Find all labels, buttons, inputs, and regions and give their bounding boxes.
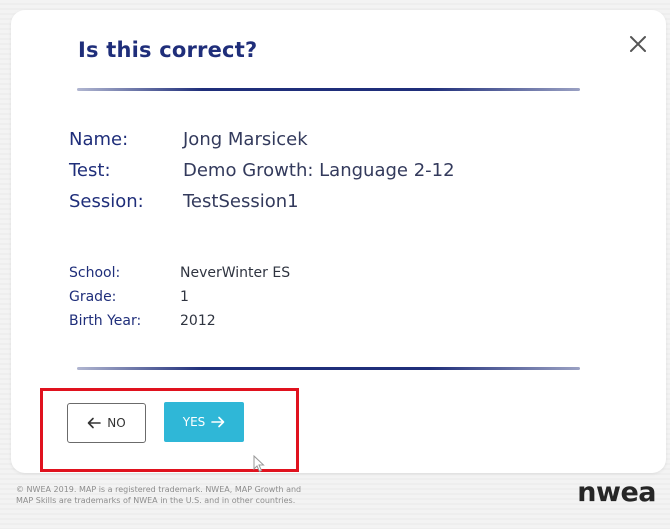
- copyright-line-1: © NWEA 2019. MAP is a registered tradema…: [16, 485, 302, 494]
- name-value: Jong Marsicek: [183, 129, 308, 150]
- test-value: Demo Growth: Language 2-12: [183, 160, 455, 181]
- school-value: NeverWinter ES: [180, 265, 291, 281]
- birth-year-value: 2012: [180, 313, 216, 329]
- copyright-line-2: MAP Skills are trademarks of NWEA in the…: [16, 496, 296, 505]
- student-details: School: NeverWinter ES Grade: 1 Birth Ye…: [69, 264, 290, 331]
- grade-label: Grade:: [69, 289, 117, 305]
- school-label: School:: [69, 265, 121, 281]
- top-divider: [77, 88, 580, 91]
- session-value: TestSession1: [183, 191, 299, 212]
- mouse-cursor-icon: [253, 455, 265, 473]
- name-label: Name:: [69, 129, 129, 150]
- birth-year-label: Birth Year:: [69, 313, 142, 329]
- test-label: Test:: [69, 160, 111, 181]
- dialog-title: Is this correct?: [78, 38, 258, 62]
- bottom-divider: [77, 367, 580, 370]
- student-info: Name: Jong Marsicek Test: Demo Growth: L…: [69, 128, 455, 214]
- close-icon: [630, 36, 646, 52]
- grade-value: 1: [180, 289, 189, 305]
- nwea-logo: nwea: [577, 477, 656, 508]
- copyright-notice: © NWEA 2019. MAP is a registered tradema…: [16, 484, 436, 506]
- close-button[interactable]: [624, 30, 652, 58]
- session-label: Session:: [69, 191, 144, 212]
